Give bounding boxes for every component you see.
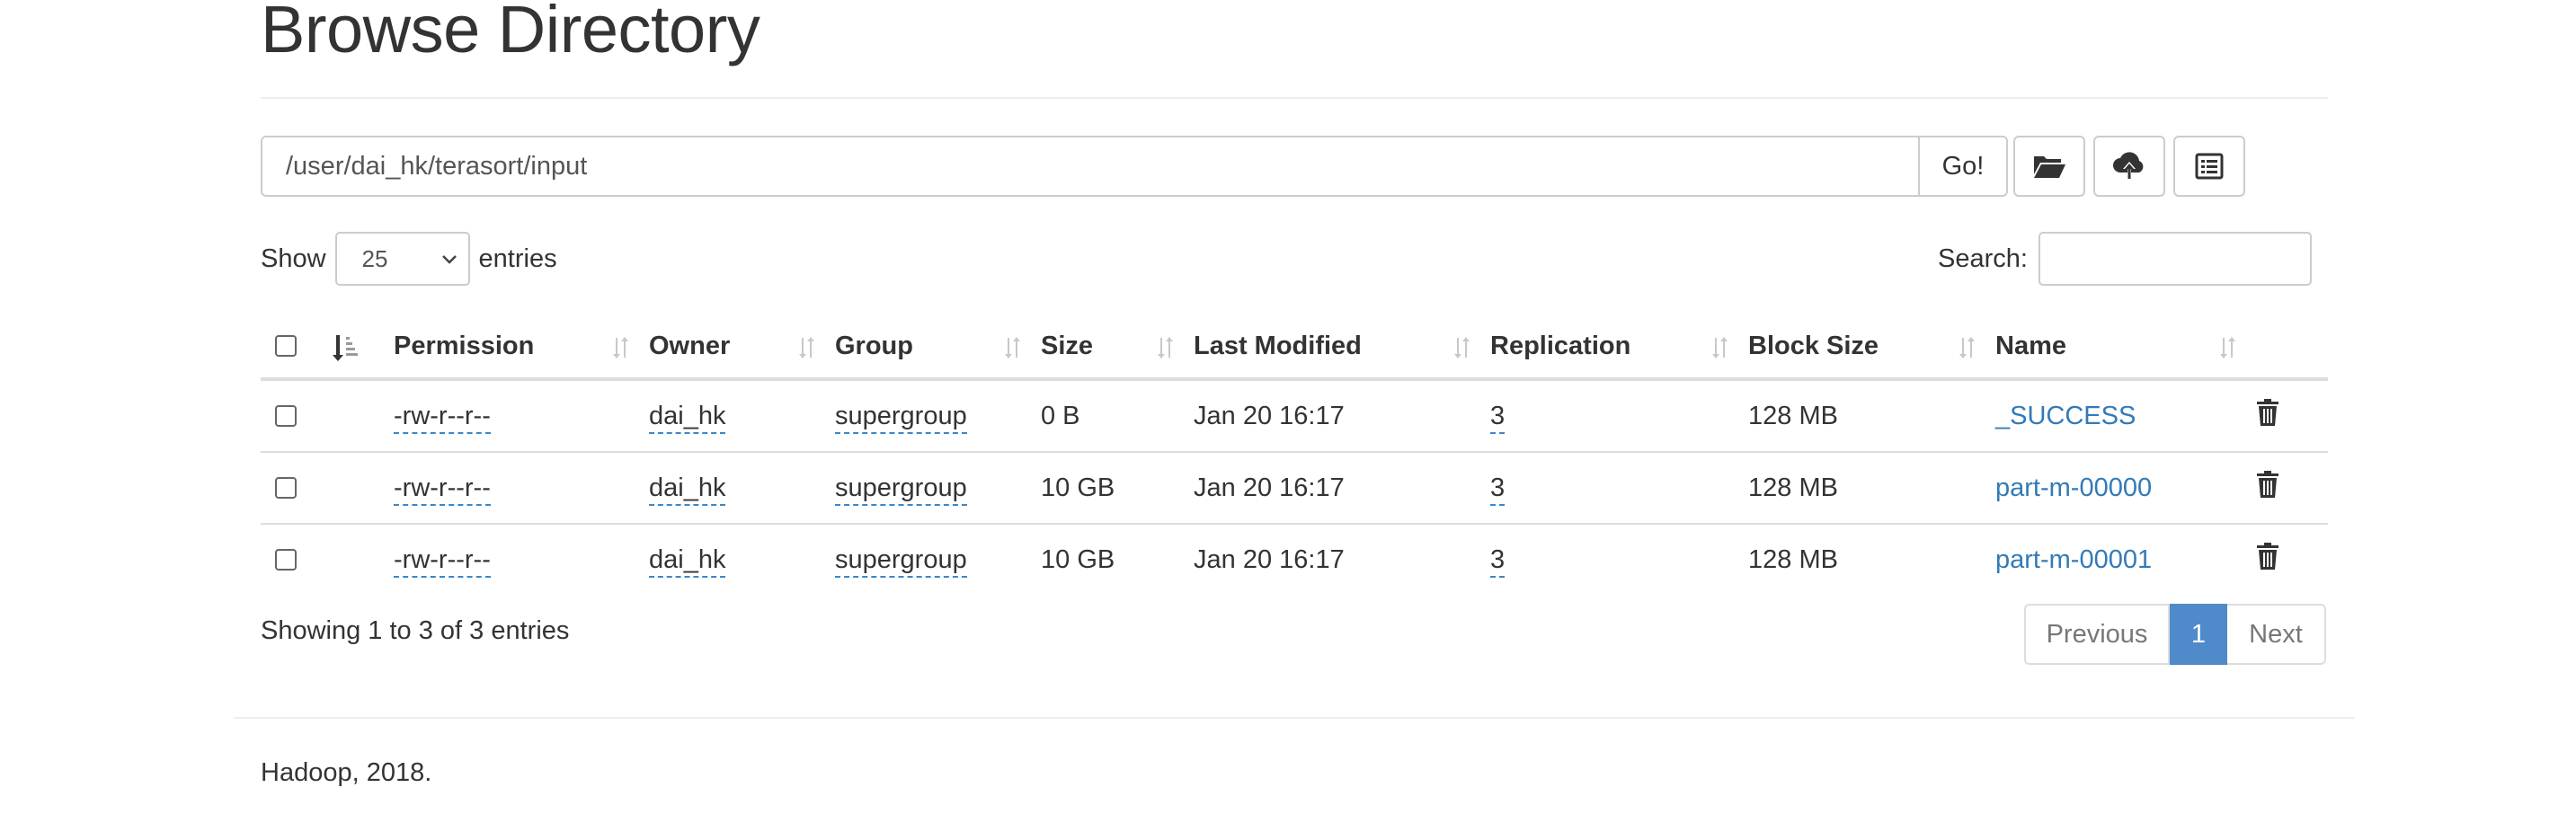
footer-text: Hadoop, 2018. bbox=[261, 758, 432, 787]
file-name-link[interactable]: part-m-00000 bbox=[1995, 473, 2152, 502]
table-row: -rw-r--r-- dai_hk supergroup 0 B Jan 20 … bbox=[261, 379, 2328, 453]
replication-cell[interactable]: 3 bbox=[1490, 544, 1506, 578]
permission-cell[interactable]: -rw-r--r-- bbox=[394, 473, 491, 506]
column-header-name[interactable]: Name bbox=[1995, 314, 2256, 381]
trash-icon[interactable] bbox=[2256, 542, 2279, 571]
footer-divider bbox=[234, 717, 2355, 719]
row-checkbox[interactable] bbox=[275, 405, 297, 427]
sort-icon bbox=[1454, 337, 1470, 358]
entries-per-page-select[interactable]: 25 bbox=[334, 232, 470, 286]
sort-icon bbox=[1005, 337, 1020, 358]
column-header-label: Last Modified bbox=[1194, 331, 1362, 360]
previous-page-button[interactable]: Previous bbox=[2024, 604, 2170, 665]
column-header-group[interactable]: Group bbox=[835, 314, 1041, 381]
upload-button[interactable] bbox=[2093, 136, 2165, 197]
folder-open-icon bbox=[2034, 156, 2065, 178]
block-size-cell: 128 MB bbox=[1748, 544, 1838, 574]
cut-paste-button[interactable] bbox=[2173, 136, 2245, 197]
table-row: -rw-r--r-- dai_hk supergroup 10 GB Jan 2… bbox=[261, 452, 2328, 525]
entries-label: entries bbox=[478, 243, 557, 273]
select-all-header bbox=[261, 314, 316, 381]
file-table: Permission Owner Group Size Last Modifie… bbox=[261, 314, 2328, 595]
replication-cell[interactable]: 3 bbox=[1490, 401, 1506, 434]
owner-cell[interactable]: dai_hk bbox=[649, 473, 726, 506]
page-title: Browse Directory bbox=[261, 0, 760, 66]
file-name-link[interactable]: part-m-00001 bbox=[1995, 545, 2152, 574]
cloud-upload-icon bbox=[2113, 152, 2144, 179]
column-header-label: Size bbox=[1041, 331, 1094, 360]
column-header-label: Name bbox=[1995, 331, 2066, 360]
create-directory-button[interactable] bbox=[2013, 136, 2085, 197]
permission-cell[interactable]: -rw-r--r-- bbox=[394, 544, 491, 578]
column-header-permission[interactable]: Permission bbox=[394, 314, 649, 381]
search-label: Search: bbox=[1938, 243, 2028, 273]
column-header-owner[interactable]: Owner bbox=[649, 314, 835, 381]
owner-cell[interactable]: dai_hk bbox=[649, 401, 726, 434]
actions-header bbox=[2256, 314, 2328, 381]
column-header-label: Replication bbox=[1490, 331, 1631, 360]
path-input-group: Go! bbox=[261, 136, 2008, 197]
row-checkbox[interactable] bbox=[275, 549, 297, 571]
row-checkbox[interactable] bbox=[275, 477, 297, 499]
table-header-row: Permission Owner Group Size Last Modifie… bbox=[261, 314, 2328, 381]
table-search: Search: bbox=[1938, 232, 2312, 286]
sort-order-header[interactable] bbox=[316, 314, 394, 381]
column-header-replication[interactable]: Replication bbox=[1490, 314, 1748, 381]
group-cell[interactable]: supergroup bbox=[835, 544, 967, 578]
size-cell: 10 GB bbox=[1041, 544, 1115, 574]
go-button[interactable]: Go! bbox=[1920, 136, 2008, 197]
column-header-size[interactable]: Size bbox=[1041, 314, 1194, 381]
directory-path-input[interactable] bbox=[261, 136, 1920, 197]
title-divider bbox=[261, 97, 2328, 99]
chevron-down-icon bbox=[441, 255, 457, 264]
page-length-control: Show 25 entries bbox=[261, 232, 557, 286]
sort-icon bbox=[2220, 337, 2235, 358]
table-info: Showing 1 to 3 of 3 entries bbox=[261, 616, 570, 645]
column-header-label: Permission bbox=[394, 331, 535, 360]
permission-cell[interactable]: -rw-r--r-- bbox=[394, 401, 491, 434]
trash-icon[interactable] bbox=[2256, 398, 2279, 427]
entries-per-page-value: 25 bbox=[361, 244, 388, 272]
sort-icon bbox=[613, 337, 628, 358]
sort-icon bbox=[1158, 337, 1173, 358]
column-header-label: Owner bbox=[649, 331, 731, 360]
next-page-button[interactable]: Next bbox=[2227, 604, 2326, 665]
sort-amount-asc-icon bbox=[333, 335, 358, 361]
trash-icon[interactable] bbox=[2256, 470, 2279, 499]
sort-icon bbox=[799, 337, 814, 358]
list-alt-icon bbox=[2195, 153, 2224, 180]
block-size-cell: 128 MB bbox=[1748, 401, 1838, 430]
show-label: Show bbox=[261, 243, 326, 273]
table-row: -rw-r--r-- dai_hk supergroup 10 GB Jan 2… bbox=[261, 524, 2328, 595]
page-1-button[interactable]: 1 bbox=[2170, 604, 2227, 665]
group-cell[interactable]: supergroup bbox=[835, 473, 967, 506]
sort-icon bbox=[1712, 337, 1728, 358]
select-all-checkbox[interactable] bbox=[275, 335, 297, 357]
column-header-last-modified[interactable]: Last Modified bbox=[1194, 314, 1490, 381]
column-header-block-size[interactable]: Block Size bbox=[1748, 314, 1995, 381]
column-header-label: Group bbox=[835, 331, 913, 360]
pagination: Previous 1 Next bbox=[2024, 604, 2326, 665]
file-name-link[interactable]: _SUCCESS bbox=[1995, 402, 2136, 430]
owner-cell[interactable]: dai_hk bbox=[649, 544, 726, 578]
column-header-label: Block Size bbox=[1748, 331, 1879, 360]
search-input[interactable] bbox=[2039, 232, 2312, 286]
replication-cell[interactable]: 3 bbox=[1490, 473, 1506, 506]
sort-icon bbox=[1959, 337, 1975, 358]
last-modified-cell: Jan 20 16:17 bbox=[1194, 473, 1345, 502]
size-cell: 10 GB bbox=[1041, 473, 1115, 502]
last-modified-cell: Jan 20 16:17 bbox=[1194, 401, 1345, 430]
size-cell: 0 B bbox=[1041, 401, 1080, 430]
last-modified-cell: Jan 20 16:17 bbox=[1194, 544, 1345, 574]
block-size-cell: 128 MB bbox=[1748, 473, 1838, 502]
group-cell[interactable]: supergroup bbox=[835, 401, 967, 434]
